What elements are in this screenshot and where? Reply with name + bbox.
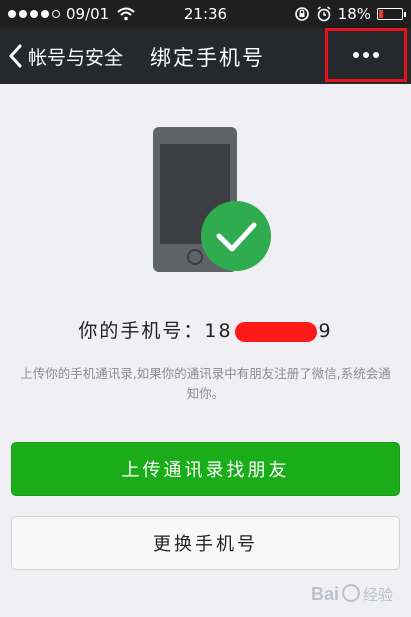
alarm-icon — [317, 6, 331, 22]
more-dots-icon — [353, 52, 379, 58]
svg-text:经验: 经验 — [363, 586, 393, 604]
status-bar: 09/01 21:36 18% — [0, 0, 411, 28]
rotation-lock-icon — [294, 7, 309, 21]
phone-check-illustration — [153, 127, 271, 272]
battery-icon — [377, 8, 406, 20]
upload-description: 上传你的手机通讯录,如果你的通讯录中有朋友注册了微信,系统会通知你。 — [20, 366, 391, 401]
more-options-button[interactable] — [325, 28, 407, 82]
page-title: 绑定手机号 — [150, 46, 265, 70]
phone-number-redaction — [234, 321, 317, 342]
back-label: 帐号与安全 — [28, 46, 124, 69]
baidu-jingyan-watermark: Bai 经验 — [311, 584, 393, 604]
change-phone-button[interactable]: 更换手机号 — [11, 516, 400, 570]
screen: 09/01 21:36 18% 帐号与安全 绑定手机号 你的手机号：18 9 上… — [0, 0, 411, 617]
back-button[interactable]: 帐号与安全 — [8, 38, 123, 74]
svg-text:Bai: Bai — [311, 584, 339, 604]
chevron-left-icon — [9, 44, 22, 68]
phone-number-prefix: 18 — [204, 320, 233, 342]
phone-number-label: 你的手机号： — [78, 320, 205, 342]
navigation-bar: 帐号与安全 绑定手机号 — [0, 28, 411, 84]
battery-percent: 18% — [337, 5, 371, 23]
upload-contacts-button[interactable]: 上传通讯录找朋友 — [11, 442, 400, 496]
status-right: 18% — [294, 5, 406, 23]
phone-number-line: 你的手机号：18 9 — [0, 316, 411, 343]
phone-number-suffix: 9 — [318, 320, 333, 342]
